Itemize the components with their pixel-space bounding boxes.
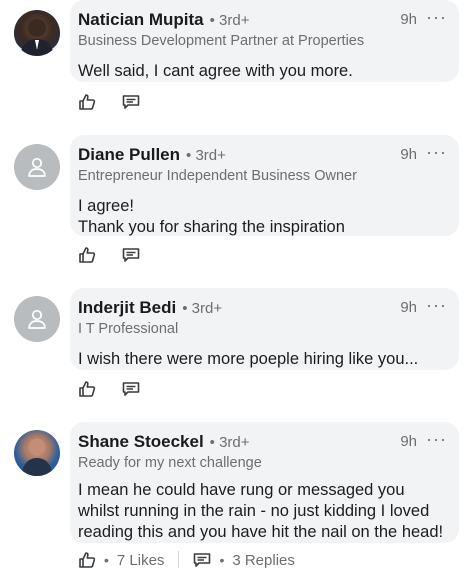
commenter-name[interactable]: Inderjit Bedi xyxy=(78,298,176,318)
reply-button[interactable] xyxy=(122,94,140,110)
comment-actions: • 7 Likes • 3 Replies xyxy=(78,551,295,568)
avatar[interactable] xyxy=(14,10,60,56)
commenter-name[interactable]: Natician Mupita xyxy=(78,10,204,30)
connection-degree: • 3rd+ xyxy=(182,300,223,317)
thumbs-up-icon xyxy=(79,552,96,568)
comment-text-line: Thank you for sharing the inspiration xyxy=(78,218,345,236)
avatar[interactable] xyxy=(14,144,60,190)
replies-count[interactable]: 3 Replies xyxy=(232,552,295,568)
avatar[interactable] xyxy=(14,296,60,342)
separator-dot: • xyxy=(219,552,225,568)
comment-text: I agree! Thank you for sharing the inspi… xyxy=(78,196,447,238)
like-button[interactable] xyxy=(78,246,96,264)
connection-degree: • 3rd+ xyxy=(209,434,250,451)
timestamp: 9h xyxy=(400,11,417,28)
comment-text: Well said, I cant agree with you more. xyxy=(78,62,353,80)
connection-degree: • 3rd+ xyxy=(209,12,250,29)
more-options-icon[interactable]: ··· xyxy=(426,429,447,450)
comment-text-line: I agree! xyxy=(78,197,134,215)
likes-count[interactable]: 7 Likes xyxy=(117,552,165,568)
thumbs-up-icon xyxy=(79,94,96,110)
reply-button[interactable] xyxy=(122,381,140,397)
more-options-icon[interactable]: ··· xyxy=(426,7,447,28)
avatar[interactable] xyxy=(14,430,60,476)
commenter-name[interactable]: Shane Stoeckel xyxy=(78,432,204,452)
comment-actions xyxy=(78,246,140,264)
timestamp: 9h xyxy=(400,299,417,316)
timestamp: 9h xyxy=(400,146,417,163)
more-options-icon[interactable]: ··· xyxy=(426,142,447,163)
comment-text: I mean he could have rung or messaged yo… xyxy=(78,481,444,541)
reply-icon xyxy=(122,248,140,262)
reply-icon xyxy=(122,382,140,396)
person-photo-icon xyxy=(20,19,54,56)
commenter-headline: Business Development Partner at Properti… xyxy=(78,33,365,49)
person-photo-icon xyxy=(21,438,53,476)
comment-bubble: Inderjit Bedi • 3rd+ 9h ··· I T Professi… xyxy=(70,288,459,370)
more-options-icon[interactable]: ··· xyxy=(426,295,447,316)
comment-bubble: Natician Mupita • 3rd+ 9h ··· Business D… xyxy=(70,0,459,82)
comment-actions xyxy=(78,380,140,398)
timestamp: 9h xyxy=(400,433,417,450)
comment-text: I wish there were more poeple hiring lik… xyxy=(78,350,419,368)
person-icon xyxy=(28,157,46,177)
reply-icon xyxy=(122,95,140,109)
reply-button[interactable] xyxy=(122,247,140,263)
reply-button[interactable] xyxy=(193,552,211,568)
commenter-headline: I T Professional xyxy=(78,321,179,337)
connection-degree: • 3rd+ xyxy=(186,147,226,164)
commenter-headline: Ready for my next challenge xyxy=(78,455,262,471)
reply-icon xyxy=(194,553,211,567)
commenter-headline: Entrepreneur Independent Business Owner xyxy=(78,168,357,184)
separator-dot: • xyxy=(104,552,109,568)
comment-bubble: Diane Pullen • 3rd+ 9h ··· Entrepreneur … xyxy=(70,135,459,236)
comment-bubble: Shane Stoeckel • 3rd+ 9h ··· Ready for m… xyxy=(70,422,459,543)
comment-actions xyxy=(78,93,140,111)
like-button[interactable] xyxy=(78,93,96,111)
thumbs-up-icon xyxy=(79,381,96,397)
like-button[interactable] xyxy=(78,551,96,568)
like-button[interactable] xyxy=(78,380,96,398)
divider xyxy=(178,551,180,568)
commenter-name[interactable]: Diane Pullen xyxy=(78,145,180,165)
thumbs-up-icon xyxy=(79,247,96,263)
person-icon xyxy=(28,309,46,329)
